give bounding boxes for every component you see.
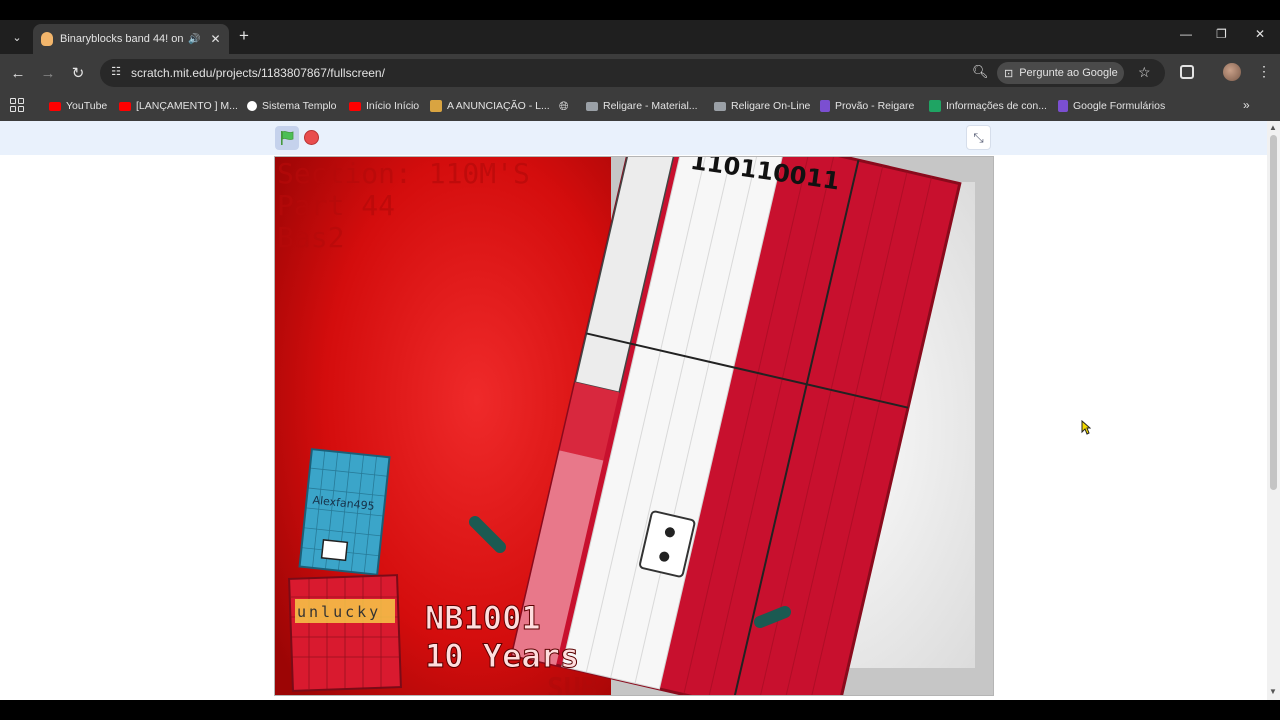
green-flag-icon (281, 131, 294, 145)
tab-search-button[interactable]: ⌄ (6, 26, 28, 48)
bookmark-label: A ANUNCIAÇÃO - L... (447, 100, 550, 112)
tab-active[interactable]: Binaryblocks band 44! on Scratch 🔊 ✕ (33, 24, 229, 54)
bookmark-label: [LANÇAMENTO ] M... (136, 100, 238, 112)
window-top-edge (0, 0, 1280, 20)
exit-fullscreen-button[interactable]: ⤡ (966, 125, 991, 150)
project-stage[interactable]: Section: 110M'S Part 44 Bas2 110110011 A… (274, 156, 994, 696)
window-bottom-edge (0, 700, 1280, 720)
youtube-icon (349, 101, 361, 111)
plus-icon (929, 100, 941, 112)
bookmark-label: Informações de con... (946, 100, 1047, 112)
character-name: unlucky (297, 603, 381, 621)
stage-canvas: Section: 110M'S Part 44 Bas2 110110011 A… (275, 157, 993, 696)
stop-button[interactable] (304, 130, 319, 145)
bookmark-item[interactable]: Início Início (349, 97, 419, 115)
bookmark-label: Religare On-Line (731, 100, 811, 112)
bookmark-label: Google Formulários (1073, 100, 1166, 112)
bookmark-label: Religare - Material... (603, 100, 698, 112)
green-flag-button[interactable] (275, 126, 299, 150)
image-icon (430, 100, 442, 112)
overlay-line: Section: 110M'S (277, 157, 530, 190)
youtube-icon (119, 101, 131, 111)
bookmark-item[interactable]: A ANUNCIAÇÃO - L... (430, 97, 550, 115)
ask-google-label: Pergunte ao Google (1019, 67, 1118, 79)
forms-icon (1058, 100, 1068, 112)
overlay-line: Bas2 (277, 221, 344, 254)
tab-strip: ⌄ Binaryblocks band 44! on Scratch 🔊 ✕ +… (0, 20, 1280, 54)
close-tab-icon[interactable]: ✕ (210, 32, 220, 46)
address-bar[interactable]: ☷ scratch.mit.edu/projects/1183807867/fu… (100, 59, 1165, 87)
bookmark-label: Início Início (366, 100, 420, 112)
profile-avatar[interactable] (1223, 63, 1241, 81)
bookmark-label: YouTube (66, 100, 108, 112)
bookmarks-bar: YouTube [LANÇAMENTO ] M... Sistema Templ… (0, 92, 1280, 122)
footer-line: 10 Years (425, 637, 579, 675)
scroll-down-icon[interactable]: ▼ (1269, 687, 1277, 696)
bookmark-item[interactable]: Sistema Templo (247, 97, 337, 115)
forms-icon (820, 100, 830, 112)
zoom-icon[interactable]: 🔍︎ (972, 64, 989, 80)
reload-button[interactable]: ↻ (67, 62, 89, 84)
site-info-icon[interactable]: ☷ (108, 65, 124, 81)
bookmark-item[interactable]: 🌐︎ (559, 97, 569, 115)
page-content: ⤡ Section: 110M'S Part 44 Bas2 110110011… (0, 121, 1267, 700)
bookmark-item[interactable]: Provão - Reigare (820, 97, 914, 115)
new-tab-button[interactable]: + (234, 26, 254, 46)
globe-icon: 🌐︎ (559, 98, 569, 113)
person-icon (714, 101, 726, 111)
bookmark-label: Sistema Templo (262, 100, 337, 112)
exit-fullscreen-icon: ⤡ (973, 129, 984, 145)
bookmark-star-icon[interactable]: ☆ (1138, 64, 1151, 81)
bookmark-item[interactable]: Religare - Material... (586, 97, 698, 115)
scroll-up-icon[interactable]: ▲ (1269, 123, 1277, 132)
youtube-icon (49, 101, 61, 111)
footer-line: NB1001 (425, 599, 541, 637)
speaker-icon[interactable]: 🔊 (188, 34, 200, 45)
unlucky-character: unlucky (288, 574, 402, 692)
mouse-cursor-icon (1081, 420, 1091, 435)
minimize-icon[interactable]: — (1180, 27, 1192, 41)
alexfan-character: Alexfan495 (298, 448, 391, 576)
tab-title: Binaryblocks band 44! on Scratch (60, 33, 184, 45)
scratch-controls-bar: ⤡ (0, 121, 1267, 155)
footer-fragment: SUB (547, 671, 598, 696)
apps-grid-icon[interactable] (10, 98, 24, 112)
browser-toolbar: ← → ↻ ☷ scratch.mit.edu/projects/1183807… (0, 54, 1280, 92)
extensions-icon[interactable] (1180, 65, 1194, 79)
person-icon (586, 101, 598, 111)
forward-button[interactable]: → (37, 62, 59, 84)
bookmark-item[interactable]: [LANÇAMENTO ] M... (119, 97, 238, 115)
bookmark-label: Provão - Reigare (835, 100, 915, 112)
page-scrollbar[interactable]: ▲ ▼ (1267, 121, 1280, 700)
circle-icon (247, 101, 257, 111)
bookmark-item[interactable]: Google Formulários (1058, 97, 1165, 115)
close-window-icon[interactable]: ✕ (1255, 27, 1265, 41)
bookmark-item[interactable]: Informações de con... (929, 97, 1047, 115)
url-text[interactable]: scratch.mit.edu/projects/1183807867/full… (131, 66, 385, 80)
back-button[interactable]: ← (7, 62, 29, 84)
restore-icon[interactable]: ❐ (1216, 27, 1227, 41)
overlay-line: Part 44 (277, 189, 395, 222)
chevron-double-right-icon[interactable]: » (1243, 98, 1250, 112)
bookmark-item[interactable]: Religare On-Line (714, 97, 810, 115)
google-lens-icon: ⊡ (1004, 67, 1014, 80)
scratch-favicon-icon (41, 32, 53, 46)
ask-google-button[interactable]: ⊡ Pergunte ao Google (997, 62, 1124, 84)
menu-dots-icon[interactable]: ⋮ (1257, 63, 1271, 80)
scroll-thumb[interactable] (1270, 135, 1277, 490)
bookmark-item[interactable]: YouTube (49, 97, 107, 115)
